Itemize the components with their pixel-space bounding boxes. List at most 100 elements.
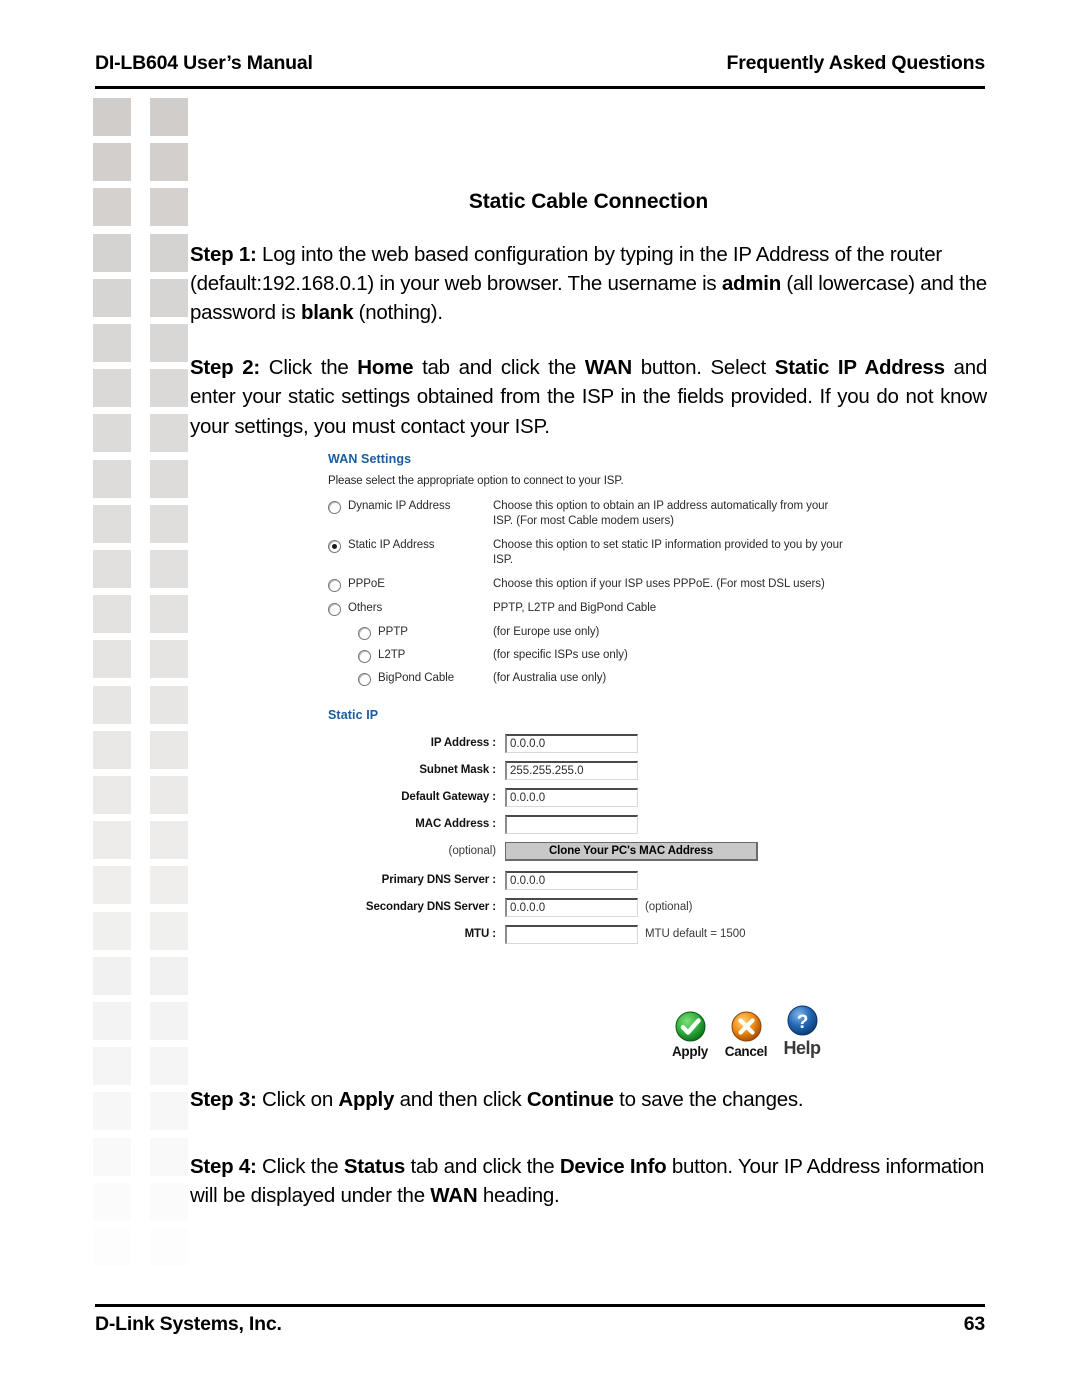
radio-cell[interactable]: Others [328,601,493,616]
field-label: Default Gateway : [401,791,496,804]
decorative-square [150,1137,188,1176]
step-4-bold-device-info: Device Info [559,1155,667,1179]
footer-divider [95,1304,985,1307]
decorative-square [93,595,131,634]
decorative-square [93,1228,131,1266]
decorative-square [150,595,188,634]
form-action-buttons: Apply Cancel ? Help [666,1004,826,1059]
clone-mac-row: (optional) Clone Your PC's MAC Address [328,841,848,861]
connection-option-row[interactable]: Static IP Address Choose this option to s… [328,538,848,568]
decorative-square-column [93,98,188,1293]
connection-option-row[interactable]: PPTP (for Europe use only) [328,625,848,640]
radio-cell[interactable]: Static IP Address [328,538,493,553]
page-footer: D-Link Systems, Inc. 63 [95,1313,985,1347]
decorative-square [93,1137,131,1176]
check-circle-icon [674,1010,707,1043]
connection-type-radio-group[interactable]: Dynamic IP Address Choose this option to … [328,499,848,686]
step-1-label: Step 1: [190,243,257,266]
step-2-text-1: Click the [259,356,358,380]
text-input[interactable] [505,870,638,890]
clone-mac-address-button[interactable]: Clone Your PC's MAC Address [505,841,758,861]
connection-option-row[interactable]: Dynamic IP Address Choose this option to … [328,499,848,529]
decorative-square [93,98,131,136]
question-circle-icon: ? [786,1004,819,1037]
decorative-square [150,956,188,995]
text-input[interactable] [505,814,638,834]
help-button[interactable]: ? Help [778,1004,826,1059]
radio-button-icon[interactable] [358,649,371,663]
connection-option-row[interactable]: Others PPTP, L2TP and BigPond Cable [328,601,848,616]
step-3-bold-apply: Apply [338,1088,395,1111]
decorative-square [150,550,188,588]
field-label: MTU : [464,928,497,941]
embedded-router-config-screenshot: WAN Settings Please select the appropria… [328,452,848,1072]
form-field-row: Subnet Mask : [328,760,848,780]
step-4-text-4: heading. [477,1184,560,1208]
connection-option-description: (for Australia use only) [493,671,607,684]
decorative-square [93,459,131,498]
step-1-bold-blank: blank [300,301,354,325]
page-content: Static Cable Connection Step 1: Log into… [190,190,987,467]
decorative-square [93,1182,131,1221]
connection-option-label: Others [348,601,383,614]
radio-cell[interactable]: L2TP [358,648,493,663]
decorative-square [150,504,188,543]
decorative-square [93,956,131,995]
field-label: Primary DNS Server : [381,874,496,887]
radio-button-icon[interactable] [328,578,341,592]
decorative-square [93,821,131,860]
step-4-text-2: tab and click the [405,1155,560,1179]
connection-option-label: PPPoE [348,577,385,590]
decorative-square [93,504,131,543]
decorative-square [93,730,131,769]
page-header: DI-LB604 User’s Manual Frequently Asked … [95,52,985,86]
radio-cell[interactable]: Dynamic IP Address [328,499,493,514]
decorative-square [150,324,188,362]
decorative-square [93,143,131,182]
radio-cell[interactable]: PPTP [358,625,493,640]
radio-cell[interactable]: PPPoE [328,577,493,592]
decorative-square [150,866,188,905]
section-title: Frequently Asked Questions [726,52,986,74]
text-input[interactable] [505,787,638,807]
radio-button-icon[interactable] [328,539,341,553]
decorative-square [93,1047,131,1086]
wan-settings-subtitle: Please select the appropriate option to … [328,475,624,487]
radio-button-icon[interactable] [358,626,371,640]
text-input[interactable] [505,733,638,753]
connection-option-description: (for specific ISPs use only) [493,648,628,661]
decorative-square [93,278,131,317]
connection-option-row[interactable]: BigPond Cable (for Australia use only) [328,671,848,686]
connection-option-row[interactable]: L2TP (for specific ISPs use only) [328,648,848,663]
step-4-text-1: Click the [256,1155,344,1179]
step-4-bold-wan: WAN [430,1184,478,1208]
radio-cell[interactable]: BigPond Cable [358,671,493,686]
text-input[interactable] [505,924,638,944]
decorative-square [93,1002,131,1040]
decorative-square [93,233,131,272]
radio-button-icon[interactable] [328,602,341,616]
text-input[interactable] [505,897,638,917]
manual-title: DI-LB604 User’s Manual [95,52,313,74]
apply-button[interactable]: Apply [666,1010,714,1059]
field-aux-text: MTU default = 1500 [645,928,746,941]
decorative-square [150,98,188,136]
text-input[interactable] [505,760,638,780]
step-2-bold-static-ip: Static IP Address [774,356,945,380]
page-title: Static Cable Connection [468,190,709,213]
radio-button-icon[interactable] [358,672,371,686]
step-3-text-3: to save the changes. [613,1088,804,1111]
step-2-text-2: tab and click the [413,356,585,380]
connection-option-row[interactable]: PPPoE Choose this option if your ISP uses… [328,577,848,592]
step-3-label: Step 3: [190,1088,257,1111]
connection-option-description: (for Europe use only) [493,625,600,638]
cancel-button[interactable]: Cancel [722,1010,770,1059]
decorative-square [150,278,188,317]
field-label: MAC Address : [415,818,496,831]
step-2-bold-home: Home [357,356,414,380]
connection-option-description: PPTP, L2TP and BigPond Cable [493,601,657,614]
decorative-square [150,1047,188,1086]
radio-button-icon[interactable] [328,501,341,514]
page-number: 63 [963,1313,985,1335]
decorative-square [93,776,131,814]
